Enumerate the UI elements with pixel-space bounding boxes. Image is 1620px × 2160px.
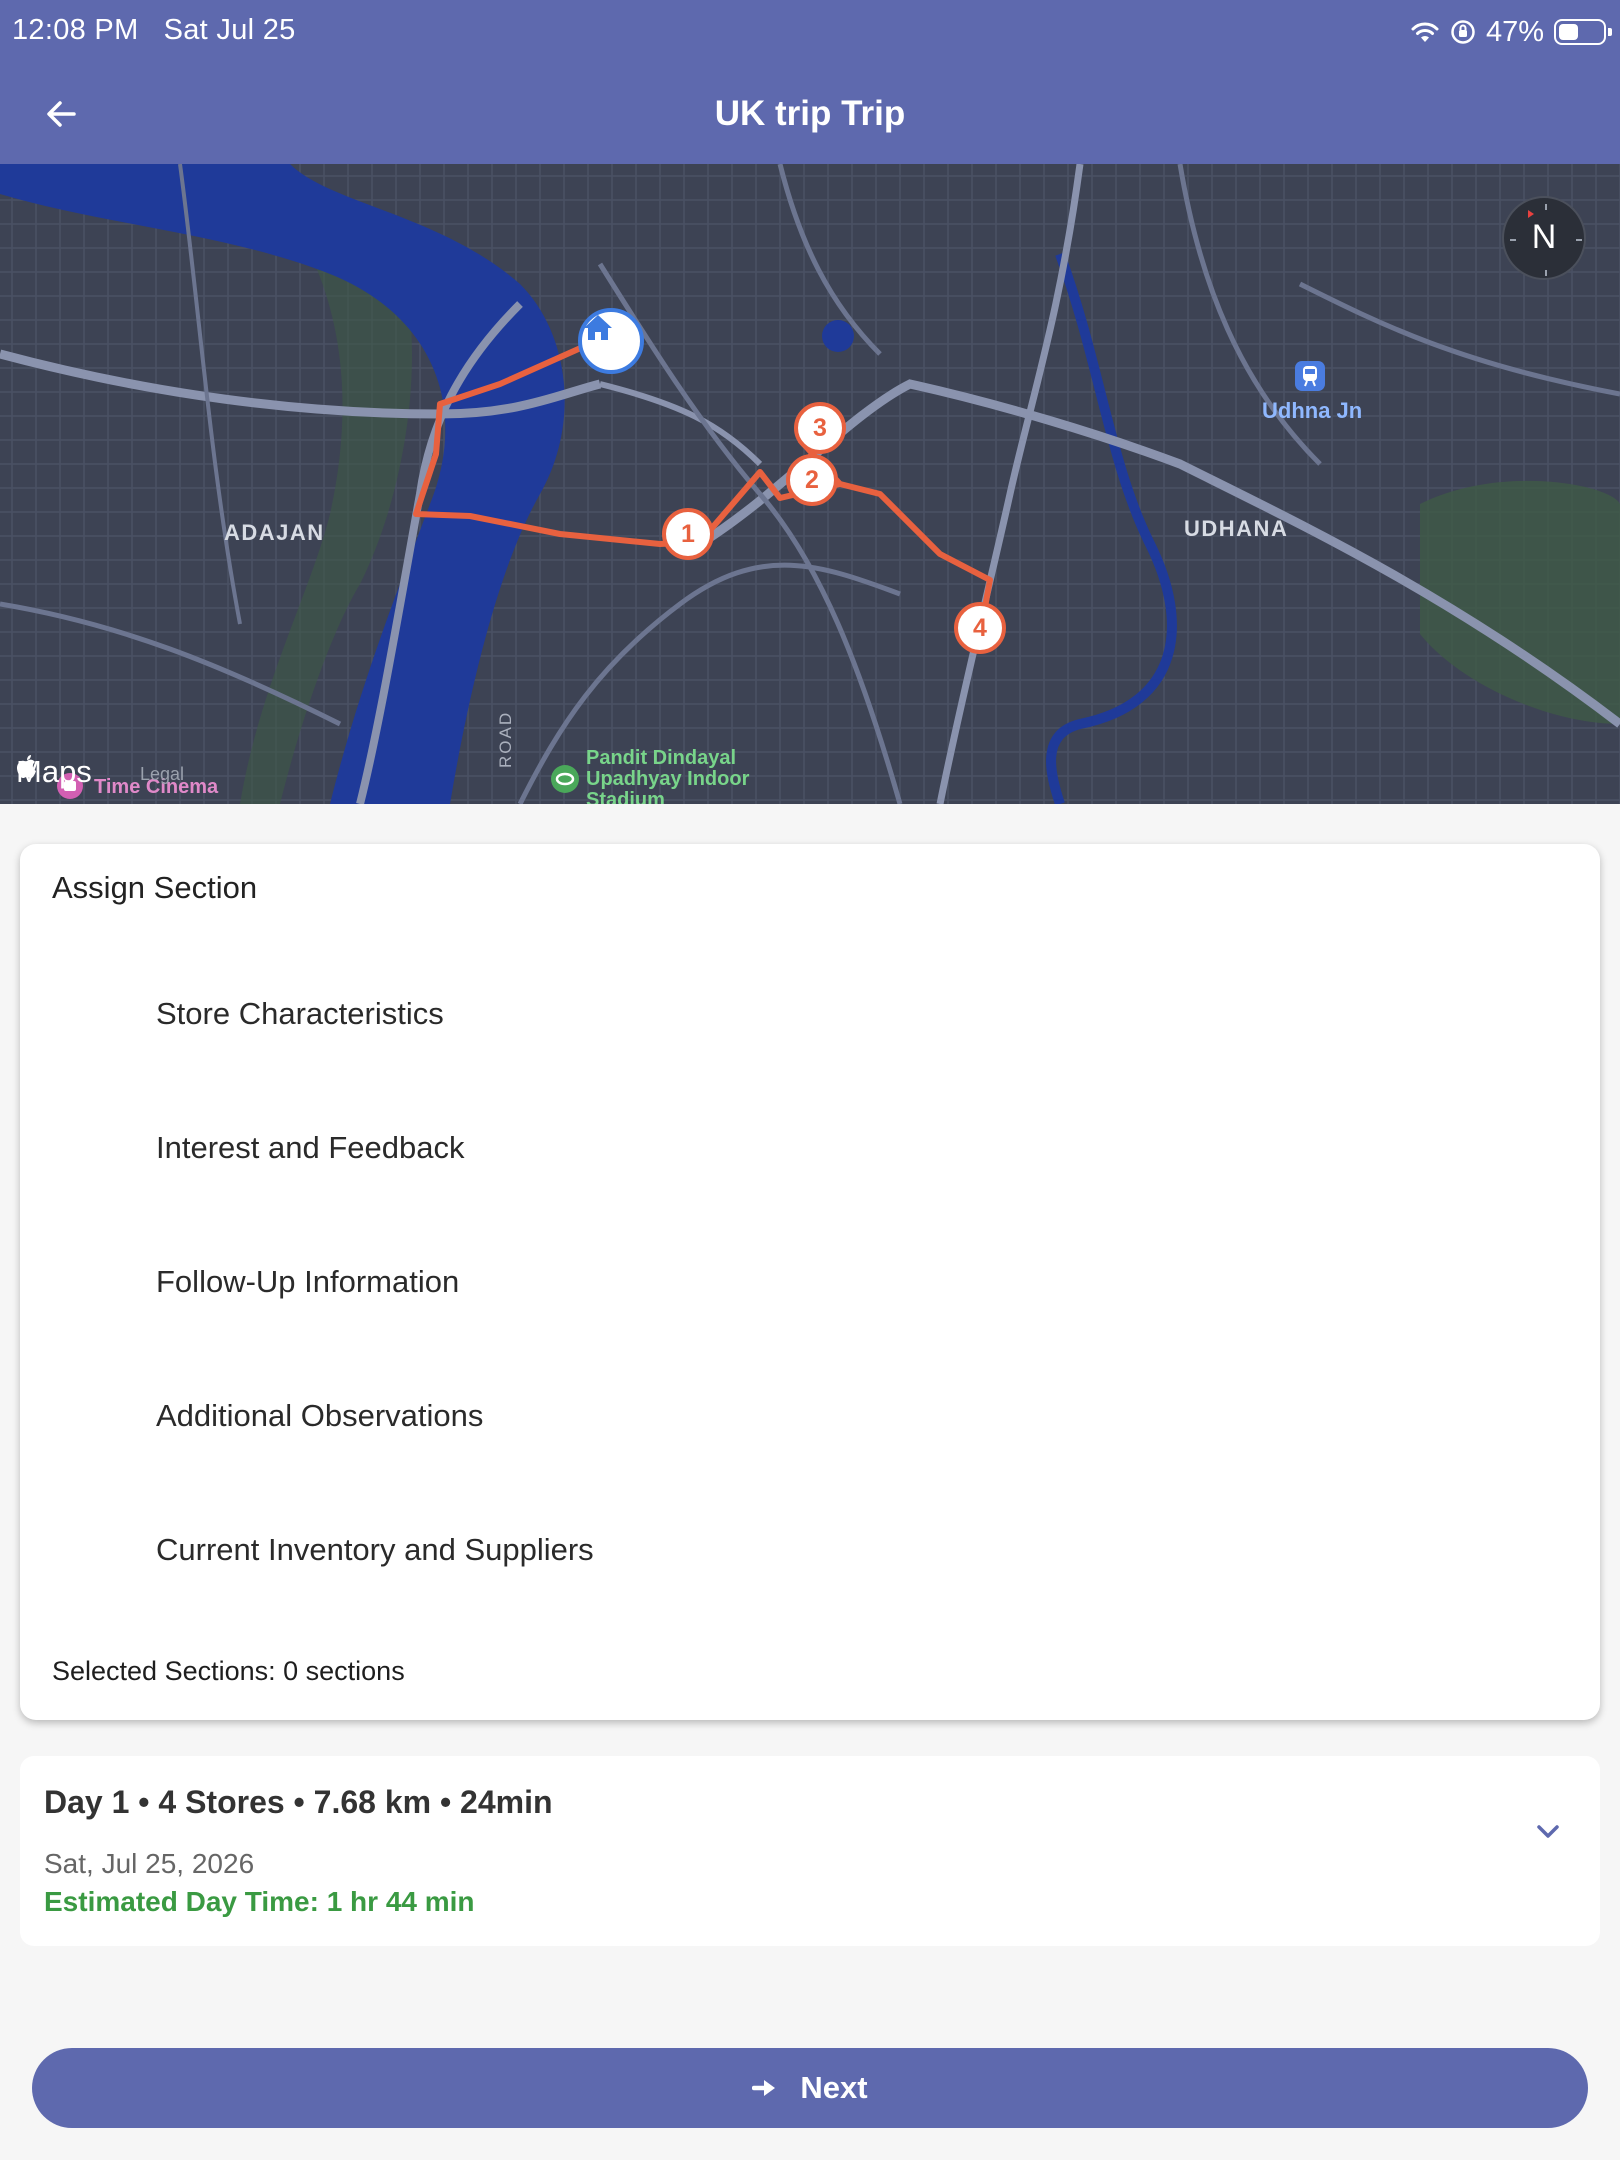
apple-icon (17, 755, 36, 778)
status-time: 12:08 PM Sat Jul 25 (12, 14, 296, 47)
compass-icon[interactable]: N (1502, 196, 1586, 280)
area-label-udhana: UDHANA (1184, 516, 1289, 541)
section-item-follow-up[interactable]: Follow-Up Information (156, 1264, 459, 1300)
trip-map[interactable]: ADAJAN UDHANA Udhna Jn Pandit Dindayal U… (0, 164, 1620, 804)
section-item-store-characteristics[interactable]: Store Characteristics (156, 996, 444, 1032)
estimated-day-time: Estimated Day Time: 1 hr 44 min (44, 1886, 475, 1917)
wifi-icon (1411, 22, 1439, 42)
road-label: ROAD (496, 710, 515, 768)
day-summary: Day 1 • 4 Stores • 7.68 km • 24min (44, 1784, 553, 1820)
area-label-adajan: ADAJAN (224, 520, 325, 545)
section-item-interest-feedback[interactable]: Interest and Feedback (156, 1130, 464, 1166)
day-date: Sat, Jul 25, 2026 (44, 1848, 255, 1879)
orientation-lock-icon (1451, 20, 1475, 44)
stop-pin-2[interactable]: 2 (786, 454, 838, 506)
home-icon (584, 315, 612, 340)
train-icon[interactable] (1294, 360, 1326, 392)
assign-section-card: Assign Section Store Characteristics Int… (20, 844, 1600, 1720)
section-item-inventory-suppliers[interactable]: Current Inventory and Suppliers (156, 1532, 594, 1568)
chevron-down-icon[interactable] (1528, 1812, 1568, 1852)
status-clock: 12:08 PM (12, 14, 139, 46)
battery-percent: 47% (1485, 15, 1544, 48)
poi-label: Pandit Dindayal Upadhyay Indoor Stadium (586, 747, 750, 805)
station-label: Udhna Jn (1262, 398, 1363, 423)
stadium-icon[interactable] (550, 764, 580, 794)
status-date: Sat Jul 25 (163, 14, 296, 46)
section-item-additional-observations[interactable]: Additional Observations (156, 1398, 483, 1434)
poi-line-3: Stadium (586, 789, 665, 805)
maps-attribution[interactable]: Maps (16, 754, 92, 790)
poi-line-1: Pandit Dindayal (586, 747, 737, 769)
status-bar: 12:08 PM Sat Jul 25 47% (0, 0, 1620, 64)
app-header: UK trip Trip (0, 64, 1620, 164)
arrow-right-icon (752, 2080, 776, 2096)
status-right: 47% (1410, 12, 1612, 52)
stop-pin-3[interactable]: 3 (794, 402, 846, 454)
assign-section-title: Assign Section (52, 870, 258, 905)
stop-pin-4[interactable]: 4 (954, 602, 1006, 654)
poi-line-2: Upadhyay Indoor (586, 768, 750, 790)
day-summary-card[interactable]: Day 1 • 4 Stores • 7.68 km • 24min Sat, … (20, 1756, 1600, 1946)
next-button[interactable]: Next (32, 2048, 1588, 2128)
next-button-label: Next (800, 2070, 868, 2105)
battery-icon (1554, 19, 1612, 45)
stop-pin-1[interactable]: 1 (662, 508, 714, 560)
page-title: UK trip Trip (714, 94, 906, 133)
selected-sections-count: Selected Sections: 0 sections (52, 1656, 405, 1686)
home-pin[interactable] (578, 308, 644, 374)
compass-north: N (1531, 218, 1557, 256)
legal-link[interactable]: Legal (140, 764, 184, 785)
